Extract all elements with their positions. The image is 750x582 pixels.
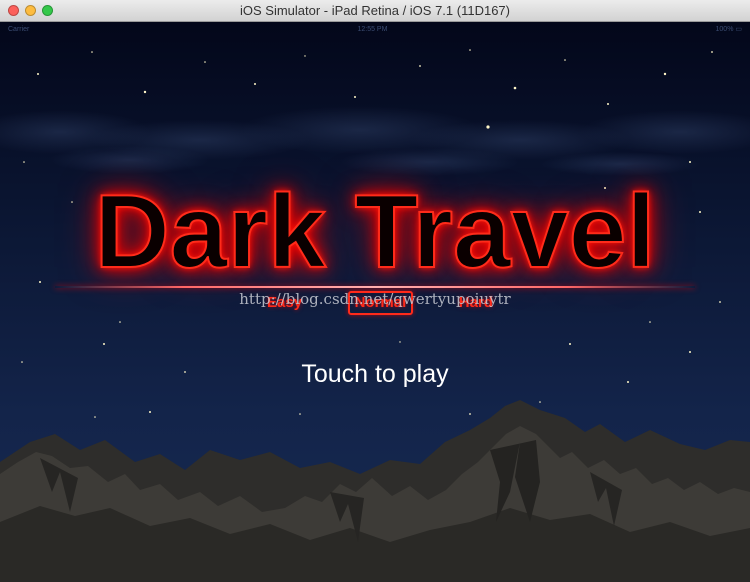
zoom-icon[interactable]	[42, 5, 53, 16]
difficulty-normal-button[interactable]: Normal	[347, 291, 414, 315]
difficulty-selector: Easy Normal Hard	[260, 290, 500, 316]
minimize-icon[interactable]	[25, 5, 36, 16]
window-controls	[8, 5, 53, 16]
difficulty-hard-button[interactable]: Hard	[452, 291, 500, 315]
simulator-window: iOS Simulator - iPad Retina / iOS 7.1 (1…	[0, 0, 750, 582]
game-screen[interactable]: Carrier 12:55 PM 100% ▭ Dark Travel Easy…	[0, 22, 750, 582]
window-title: iOS Simulator - iPad Retina / iOS 7.1 (1…	[240, 3, 510, 18]
close-icon[interactable]	[8, 5, 19, 16]
touch-to-play-prompt[interactable]: Touch to play	[0, 360, 750, 389]
difficulty-easy-button[interactable]: Easy	[260, 291, 309, 315]
window-titlebar: iOS Simulator - iPad Retina / iOS 7.1 (1…	[0, 0, 750, 22]
